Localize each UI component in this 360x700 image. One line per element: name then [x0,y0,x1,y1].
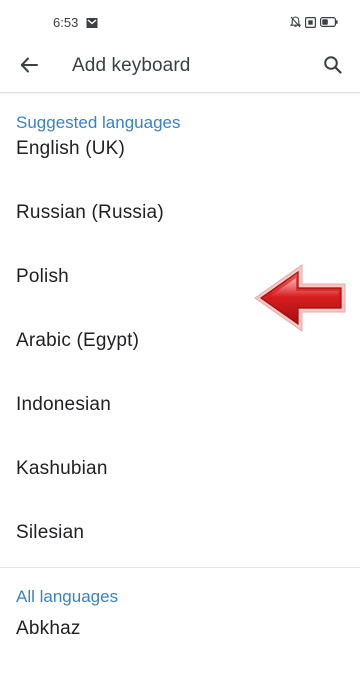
red-arrow-icon [252,262,348,334]
language-item-abkhaz[interactable]: Abkhaz [0,597,360,661]
app-bar: Add keyboard [0,44,360,93]
bell-off-icon [290,16,301,28]
section-divider [0,567,360,568]
language-item-silesian[interactable]: Silesian [0,501,360,565]
search-button[interactable] [314,48,352,86]
status-bar: 6:53 [0,0,360,44]
screen: 6:53 Add keyboard Suggested languages En… [0,0,360,700]
language-item-russian-russia[interactable]: Russian (Russia) [0,181,360,245]
back-button[interactable] [10,48,48,86]
battery-icon [320,17,338,27]
arrow-left-icon [19,55,39,80]
language-list: Suggested languages English (UK) Russian… [0,93,360,661]
language-item-kashubian[interactable]: Kashubian [0,437,360,501]
status-time: 6:53 [53,15,79,30]
language-item-indonesian[interactable]: Indonesian [0,373,360,437]
screen-icon [305,16,316,28]
status-icons [290,15,338,29]
search-icon [323,55,343,80]
mail-icon [86,16,98,28]
page-title: Add keyboard [72,55,191,76]
